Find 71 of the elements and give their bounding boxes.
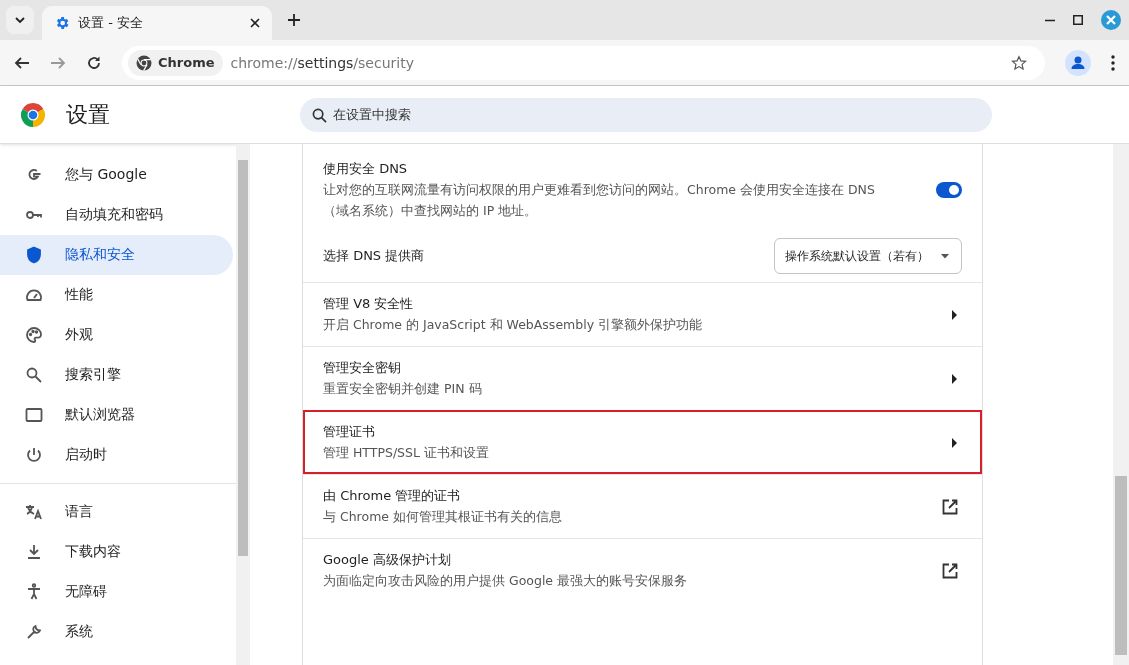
menu-icon[interactable] (1111, 54, 1115, 71)
scrollbar[interactable] (236, 144, 250, 665)
reload-icon[interactable] (86, 54, 102, 71)
search-icon (25, 366, 43, 384)
power-icon (25, 446, 43, 464)
dropdown-arrow-icon (941, 253, 949, 259)
settings-row[interactable]: 管理 V8 安全性 开启 Chrome 的 JavaScript 和 WebAssembly 引擎额外保护功能 (303, 282, 982, 346)
palette-icon (25, 326, 43, 344)
setting-title: 选择 DNS 提供商 (323, 247, 426, 265)
sidebar-item[interactable]: 无障碍 (0, 572, 233, 612)
toggle-switch[interactable] (936, 182, 962, 198)
sidebar-item[interactable]: 启动时 (0, 435, 233, 475)
setting-description: 为面临定向攻击风险的用户提供 Google 最强大的账号安保服务 (323, 572, 689, 590)
setting-description: 与 Chrome 如何管理其根证书有关的信息 (323, 508, 563, 526)
sidebar-item[interactable]: 下载内容 (0, 532, 233, 572)
setting-description: 开启 Chrome 的 JavaScript 和 WebAssembly 引擎额外保护功能 (323, 316, 704, 334)
minimize-icon[interactable] (1045, 18, 1055, 22)
gear-icon (54, 15, 70, 31)
setting-description: 管理 HTTPS/SSL 证书和设置 (323, 444, 490, 462)
sidebar-item[interactable]: 自动填充和密码 (0, 195, 233, 235)
profile-avatar-icon[interactable] (1065, 49, 1091, 76)
settings-row[interactable]: Google 高级保护计划 为面临定向攻击风险的用户提供 Google 最强大的账号安保服务 (303, 538, 982, 602)
star-icon[interactable] (1011, 54, 1027, 71)
external-link-icon[interactable] (942, 498, 958, 515)
sidebar-item[interactable]: 您与 Google (0, 155, 233, 195)
dns-provider-dropdown[interactable]: 操作系统默认设置（若有） (774, 238, 962, 274)
triangle-right-icon[interactable] (952, 373, 958, 384)
maximize-icon[interactable] (1073, 15, 1083, 25)
address-bar[interactable]: Chrome chrome://settings/security (122, 45, 1045, 80)
close-icon[interactable] (250, 18, 260, 28)
sidebar-item[interactable]: 默认浏览器 (0, 395, 233, 435)
sidebar-item[interactable]: 搜索引擎 (0, 355, 233, 395)
setting-title: 由 Chrome 管理的证书 (323, 487, 462, 505)
download-icon (25, 543, 43, 561)
chrome-logo-icon (136, 54, 152, 71)
setting-title: Google 高级保护计划 (323, 551, 452, 569)
settings-row[interactable]: 管理安全密钥 重置安全密钥并创建 PIN 码 (303, 346, 982, 410)
search-field[interactable]: 在设置中搜索 (300, 97, 992, 132)
sidebar-item[interactable]: 系统 (0, 612, 233, 652)
setting-title: 使用安全 DNS (323, 160, 409, 178)
shield-icon (25, 246, 43, 264)
site-chip[interactable]: Chrome (128, 49, 223, 76)
setting-title: 管理安全密钥 (323, 359, 402, 377)
url-text: chrome://settings/security (230, 54, 415, 71)
tab-search-button[interactable] (6, 6, 34, 34)
settings-row[interactable]: 管理证书 管理 HTTPS/SSL 证书和设置 (303, 410, 982, 474)
sidebar-item[interactable]: 外观 (0, 315, 233, 355)
setting-title: 管理证书 (323, 423, 376, 441)
translate-icon (25, 503, 43, 521)
settings-row[interactable]: 由 Chrome 管理的证书 与 Chrome 如何管理其根证书有关的信息 (303, 474, 982, 538)
browser-window-icon (25, 406, 43, 424)
setting-description: 重置安全密钥并创建 PIN 码 (323, 380, 483, 398)
external-link-icon[interactable] (942, 562, 958, 579)
page-title: 设置 (66, 100, 110, 129)
setting-description: 让对您的互联网流量有访问权限的用户更难看到您访问的网站。Chrome 会使用安全连接在 DNS（域名系统）中查找网站的 IP 地址。 (323, 181, 876, 220)
chrome-logo-icon (20, 101, 46, 128)
new-tab-icon[interactable] (288, 14, 300, 26)
wrench-icon (25, 623, 43, 641)
setting-title: 管理 V8 安全性 (323, 295, 415, 313)
back-arrow-icon[interactable] (14, 54, 30, 71)
forward-arrow-icon[interactable] (50, 54, 66, 71)
accessibility-icon (25, 583, 43, 601)
browser-tab[interactable]: 设置 - 安全 (42, 6, 272, 40)
scrollbar[interactable] (1113, 144, 1129, 665)
tab-title: 设置 - 安全 (78, 14, 144, 32)
triangle-right-icon[interactable] (952, 437, 958, 448)
sidebar-item[interactable]: 性能 (0, 275, 233, 315)
sidebar-item[interactable]: 隐私和安全 (0, 235, 233, 275)
triangle-right-icon[interactable] (952, 309, 958, 320)
sidebar-item[interactable]: 语言 (0, 492, 233, 532)
chevron-down-icon (14, 14, 26, 26)
